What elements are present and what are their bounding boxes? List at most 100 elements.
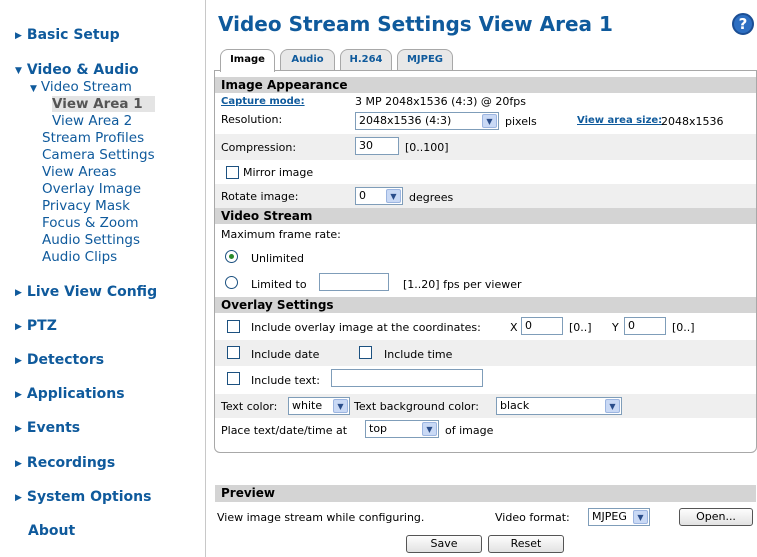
compression-range: [0..100] [405, 141, 449, 154]
unlimited-label: Unlimited [251, 252, 304, 265]
nav-detectors[interactable]: ▶ Detectors [15, 352, 104, 368]
tab-image[interactable]: Image [220, 49, 275, 72]
nav-detectors-label: Detectors [26, 352, 105, 368]
include-time-checkbox[interactable] [359, 346, 372, 359]
nav-recordings[interactable]: ▶ Recordings [15, 455, 115, 471]
rotate-select[interactable]: 0 ▼ [355, 187, 403, 205]
row-include-text: Include text: [215, 366, 756, 392]
tab-h264[interactable]: H.264 [340, 49, 392, 71]
chevron-down-icon: ▼ [482, 114, 497, 128]
row-date-time: Include date Include time [215, 340, 756, 366]
include-date-label: Include date [251, 348, 320, 361]
nav-events-label: Events [26, 420, 81, 436]
of-image-label: of image [445, 424, 494, 437]
row-unlimited: Unlimited [215, 246, 756, 268]
nav-system-options[interactable]: ▶ System Options [15, 489, 151, 505]
nav-system-options-label: System Options [26, 489, 152, 505]
resolution-label: Resolution: [221, 113, 283, 126]
nav-basic-setup-label: Basic Setup [26, 27, 120, 43]
chevron-down-icon: ▼ [15, 66, 22, 76]
nav-overlay-image[interactable]: Overlay Image [42, 181, 141, 197]
compression-input[interactable]: 30 [355, 137, 399, 155]
nav-applications[interactable]: ▶ Applications [15, 386, 125, 402]
reset-button[interactable]: Reset [488, 535, 564, 553]
chevron-right-icon: ▶ [15, 322, 22, 332]
overlay-x-input[interactable]: 0 [521, 317, 563, 335]
view-area-size-link[interactable]: View area size: [577, 115, 662, 126]
overlay-y-input[interactable]: 0 [624, 317, 666, 335]
section-video-stream: Video Stream [215, 208, 756, 224]
row-max-frame-rate: Maximum frame rate: [215, 226, 756, 244]
nav-camera-settings[interactable]: Camera Settings [42, 147, 155, 163]
row-compression: Compression: 30 [0..100] [215, 134, 756, 160]
include-date-checkbox[interactable] [227, 346, 240, 359]
mirror-image-checkbox[interactable] [226, 166, 239, 179]
row-overlay-image: Include overlay image at the coordinates… [215, 314, 756, 340]
mirror-image-label: Mirror image [243, 166, 314, 179]
resolution-select[interactable]: 2048x1536 (4:3) ▼ [355, 112, 499, 130]
nav-ptz[interactable]: ▶ PTZ [15, 318, 57, 334]
nav-video-audio-label: Video & Audio [26, 62, 139, 78]
place-text-label: Place text/date/time at [221, 424, 348, 437]
nav-view-area-2[interactable]: View Area 2 [52, 113, 132, 129]
nav-stream-profiles[interactable]: Stream Profiles [42, 130, 144, 146]
nav-live-view-config-label: Live View Config [26, 284, 158, 300]
text-bg-color-select[interactable]: black ▼ [496, 397, 622, 415]
chevron-right-icon: ▶ [15, 459, 22, 469]
include-text-checkbox[interactable] [227, 372, 240, 385]
nav-focus-zoom[interactable]: Focus & Zoom [42, 215, 139, 231]
chevron-down-icon: ▼ [422, 422, 437, 436]
nav-video-audio[interactable]: ▼ Video & Audio [15, 62, 139, 78]
fps-range: [1..20] fps per viewer [403, 278, 522, 291]
unlimited-radio[interactable] [225, 250, 238, 263]
chevron-right-icon: ▶ [15, 288, 22, 298]
text-color-select[interactable]: white ▼ [288, 397, 350, 415]
place-text-select-value: top [369, 422, 388, 435]
sidebar: ▶ Basic Setup ▼ Video & Audio ▼ Video Strea… [0, 0, 206, 557]
nav-about[interactable]: About [28, 523, 75, 539]
nav-view-area-1[interactable]: View Area 1 [52, 96, 155, 112]
nav-view-areas[interactable]: View Areas [42, 164, 116, 180]
text-color-select-value: white [292, 399, 323, 412]
chevron-down-icon: ▼ [333, 399, 348, 413]
view-area-size-value: 2048x1536 [661, 115, 724, 128]
tab-audio[interactable]: Audio [280, 49, 335, 71]
capture-mode-link[interactable]: Capture mode: [221, 96, 305, 107]
nav-audio-clips[interactable]: Audio Clips [42, 249, 117, 265]
text-color-label: Text color: [221, 400, 278, 413]
row-preview: View image stream while configuring. Vid… [215, 506, 756, 528]
nav-live-view-config[interactable]: ▶ Live View Config [15, 284, 157, 300]
limited-fps-input[interactable] [319, 273, 389, 291]
section-preview: Preview [215, 485, 756, 502]
chevron-down-icon: ▼ [386, 189, 401, 203]
row-rotate: Rotate image: 0 ▼ degrees [215, 184, 756, 208]
include-overlay-image-checkbox[interactable] [227, 320, 240, 333]
nav-events[interactable]: ▶ Events [15, 420, 80, 436]
max-frame-rate-label: Maximum frame rate: [221, 228, 341, 241]
row-mirror: Mirror image [215, 160, 756, 184]
degrees-unit: degrees [409, 191, 454, 204]
nav-privacy-mask[interactable]: Privacy Mask [42, 198, 130, 214]
help-icon[interactable]: ? [732, 13, 754, 35]
row-limited: Limited to [1..20] fps per viewer [215, 272, 756, 296]
x-range: [0..] [569, 321, 592, 334]
chevron-down-icon: ▼ [605, 399, 620, 413]
row-resolution: Resolution: 2048x1536 (4:3) ▼ pixels Vie… [215, 110, 756, 134]
preview-description: View image stream while configuring. [217, 511, 425, 524]
capture-mode-value: 3 MP 2048x1536 (4:3) @ 20fps [355, 95, 526, 108]
save-button[interactable]: Save [406, 535, 482, 553]
place-text-select[interactable]: top ▼ [365, 420, 439, 438]
video-format-select[interactable]: MJPEG ▼ [588, 508, 650, 526]
limited-radio[interactable] [225, 276, 238, 289]
nav-video-stream[interactable]: ▼ Video Stream [30, 79, 132, 95]
chevron-right-icon: ▶ [15, 31, 22, 41]
nav-basic-setup[interactable]: ▶ Basic Setup [15, 27, 120, 43]
nav-audio-settings[interactable]: Audio Settings [42, 232, 140, 248]
open-preview-button[interactable]: Open... [679, 508, 753, 526]
tab-mjpeg[interactable]: MJPEG [397, 49, 453, 71]
overlay-text-input[interactable] [331, 369, 483, 387]
section-overlay-settings: Overlay Settings [215, 297, 756, 313]
include-time-label: Include time [384, 348, 453, 361]
chevron-down-icon: ▼ [30, 84, 37, 94]
y-range: [0..] [672, 321, 695, 334]
